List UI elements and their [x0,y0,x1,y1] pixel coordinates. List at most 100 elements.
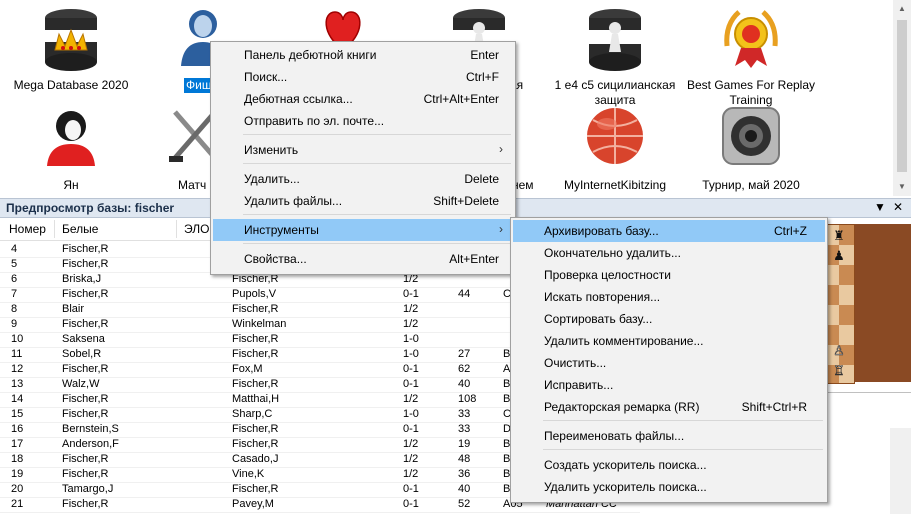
database-label: Турнир, май 2020 [702,178,800,192]
cell-num: 13 [11,378,24,390]
cell-num: 18 [11,453,24,465]
cell-moves: 108 [458,393,477,405]
menu-item[interactable]: Удалить файлы... Shift+Delete [213,190,513,212]
cell-black: Fischer,R [232,438,279,450]
submenu-item[interactable]: Создать ускоритель поиска... [513,454,825,476]
cell-moves: 48 [458,453,471,465]
cell-black: Fischer,R [232,333,279,345]
cell-moves: 44 [458,288,471,300]
submenu-item[interactable]: Проверка целостности [513,264,825,286]
database-tile-yan[interactable]: Ян [6,106,136,192]
menu-item-label: Удалить комментирование... [544,334,704,348]
database-crown-icon [45,9,97,71]
submenu-item[interactable]: Сортировать базу... [513,308,825,330]
cell-moves: 52 [458,498,471,510]
submenu-arrow-icon: › [499,142,503,156]
notation-scrollbar[interactable] [890,428,911,514]
menu-item-label: Очистить... [544,356,607,370]
menu-item[interactable]: Отправить по эл. почте... [213,110,513,132]
database-tile-sicilian[interactable]: 1 e4 c5 сицилианская защита [550,6,680,107]
menu-item-shortcut: Ctrl+Alt+Enter [423,92,499,106]
cell-moves: 36 [458,468,471,480]
database-tile-tournament[interactable]: Турнир, май 2020 [686,106,816,192]
cell-black: Fischer,R [232,348,279,360]
cell-black: Fischer,R [232,378,279,390]
menu-item[interactable]: Поиск... Ctrl+F [213,66,513,88]
database-tile-best-games[interactable]: Best Games For Replay Training [686,6,816,107]
cell-res: 1/2 [403,438,419,450]
cell-white: Fischer,R [62,498,109,510]
scroll-up-icon[interactable]: ▲ [893,0,911,17]
cell-white: Fischer,R [62,288,109,300]
scroll-thumb[interactable] [897,20,907,172]
cell-white: Fischer,R [62,408,109,420]
white-rook-icon: ♖ [833,363,845,378]
cell-res: 1/2 [403,303,419,315]
database-pawn-icon [589,9,641,71]
cell-white: Fischer,R [62,318,109,330]
menu-item-label: Панель дебютной книги [244,48,377,62]
cell-black: Matthai,H [232,393,280,405]
column-header-number[interactable]: Номер [9,222,46,236]
submenu-item[interactable]: Очистить... [513,352,825,374]
database-tile-kibitzing[interactable]: MyInternetKibitzing [550,106,680,192]
cell-white: Bernstein,S [62,423,119,435]
submenu-item[interactable]: Исправить... [513,374,825,396]
cell-black: Casado,J [232,453,279,465]
context-menu: Панель дебютной книги Enter Поиск... Ctrl+F… [210,41,516,275]
menu-item-shortcut: Ctrl+Z [774,224,807,238]
menu-item-label: Удалить... [244,172,300,186]
menu-item[interactable]: Изменить › [213,139,513,161]
submenu-item[interactable]: Удалить ускоритель поиска... [513,476,825,498]
database-label: Best Games For Replay Training [686,78,816,107]
black-rook-icon: ♜ [833,228,845,243]
menu-item[interactable]: Инструменты › [213,219,513,241]
cell-num: 8 [11,303,18,315]
submenu-item[interactable]: Архивировать базу... Ctrl+Z [513,220,825,242]
database-tile-mega[interactable]: Mega Database 2020 [6,6,136,96]
menu-item[interactable]: Панель дебютной книги Enter [213,44,513,66]
cell-num: 14 [11,393,24,405]
menu-separator [243,243,511,244]
close-icon[interactable]: ✕ [891,200,905,214]
menu-item[interactable]: Дебютная ссылка... Ctrl+Alt+Enter [213,88,513,110]
cell-white: Fischer,R [62,453,109,465]
column-header-white[interactable]: Белые [62,222,98,236]
cell-num: 20 [11,483,24,495]
white-pawn-icon: ♙ [833,343,845,358]
cell-white: Fischer,R [62,393,109,405]
cell-moves: 33 [458,408,471,420]
menu-separator [543,420,823,421]
database-panel-scrollbar[interactable]: ▲ ▼ [893,0,911,196]
cell-res: 1/2 [403,453,419,465]
cell-num: 16 [11,423,24,435]
cell-black: Pavey,M [232,498,274,510]
cell-res: 1/2 [403,468,419,480]
cell-white: Anderson,F [62,438,119,450]
cell-black: Fox,M [232,363,263,375]
cell-white: Saksena [62,333,105,345]
cell-res: 0-1 [403,498,419,510]
menu-item-label: Архивировать базу... [544,224,659,238]
submenu-item[interactable]: Переименовать файлы... [513,425,825,447]
menu-item-label: Удалить ускоритель поиска... [544,480,707,494]
cell-num: 11 [11,348,23,360]
submenu-item[interactable]: Искать повторения... [513,286,825,308]
cell-white: Briska,J [62,273,102,285]
cell-black: Sharp,C [232,408,273,420]
column-header-elo[interactable]: ЭЛО [184,222,209,236]
submenu-item[interactable]: Удалить комментирование... [513,330,825,352]
cell-res: 0-1 [403,363,419,375]
menu-separator [243,214,511,215]
menu-item[interactable]: Свойства... Alt+Enter [213,248,513,270]
database-label: Mega Database 2020 [13,78,129,92]
cell-res: 0-1 [403,423,419,435]
submenu-item[interactable]: Окончательно удалить... [513,242,825,264]
scroll-down-icon[interactable]: ▼ [893,178,911,195]
cell-num: 19 [11,468,24,480]
chevron-down-icon[interactable]: ▼ [873,200,887,214]
cell-moves: 40 [458,378,471,390]
submenu-item[interactable]: Редакторская ремарка (RR) Shift+Ctrl+R [513,396,825,418]
preview-title: Предпросмотр базы: fischer [6,201,175,215]
menu-item[interactable]: Удалить... Delete [213,168,513,190]
